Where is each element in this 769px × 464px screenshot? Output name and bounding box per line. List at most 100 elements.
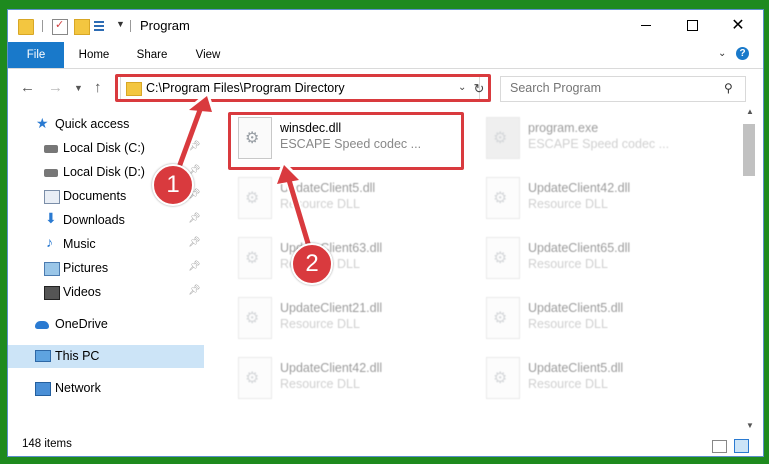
file-name: UpdateClient21.dll [280, 301, 383, 315]
callout-badge-1: 1 [152, 164, 194, 206]
file-item[interactable]: UpdateClient21.dll Resource DLL [234, 293, 464, 345]
maximize-button[interactable] [669, 10, 715, 40]
pin-icon[interactable]: 📌︎ [188, 213, 201, 224]
status-bar: 148 items [8, 436, 763, 456]
sidebar-item-label: This PC [55, 349, 100, 363]
new-folder-icon[interactable] [74, 19, 90, 35]
pin-icon[interactable]: 📌︎ [188, 141, 201, 152]
file-item[interactable]: UpdateClient63.dll Resource DLL [234, 233, 464, 285]
item-count: 148 items [22, 438, 72, 450]
file-item[interactable]: UpdateClient5.dll Resource DLL [234, 173, 464, 225]
scrollbar-thumb[interactable] [743, 124, 755, 176]
dll-file-icon [238, 177, 272, 219]
tab-share[interactable]: Share [126, 42, 178, 68]
tab-file[interactable]: File [8, 42, 64, 68]
dll-file-icon [238, 357, 272, 399]
pin-icon[interactable]: 📌︎ [188, 237, 201, 248]
sidebar-item-label: Pictures [63, 261, 109, 275]
cloud-icon [35, 321, 49, 329]
file-item[interactable]: UpdateClient42.dll Resource DLL [234, 353, 464, 405]
sidebar-item-onedrive[interactable]: OneDrive [8, 313, 204, 336]
up-arrow-icon[interactable]: ↑ [94, 79, 102, 96]
sidebar-item-quick-access[interactable]: ★ Quick access [8, 113, 204, 136]
tab-view[interactable]: View [186, 42, 230, 68]
sidebar-item-music[interactable]: ♪ Music 📌︎ [8, 233, 204, 256]
computer-icon [35, 350, 51, 362]
file-description: Resource DLL [528, 257, 608, 271]
scroll-up-button[interactable]: ▲ [741, 107, 759, 121]
file-highlight-box [228, 112, 464, 170]
maximize-icon [686, 19, 698, 31]
recent-locations-icon[interactable]: ▼ [74, 83, 83, 93]
music-icon: ♪ [46, 234, 53, 250]
videos-icon [44, 286, 60, 300]
minimize-button[interactable] [623, 10, 669, 40]
sidebar-item-pictures[interactable]: Pictures 📌︎ [8, 257, 204, 280]
toolbar-divider [42, 20, 43, 32]
sidebar-item-label: OneDrive [55, 317, 108, 331]
search-box[interactable]: ⚲ [500, 76, 746, 102]
close-button[interactable]: ✕ [715, 10, 761, 40]
search-icon[interactable]: ⚲ [724, 81, 733, 95]
expand-ribbon-icon[interactable]: ⌄ [718, 48, 726, 59]
toolbar-divider [130, 20, 131, 32]
pictures-icon [44, 262, 60, 276]
file-item[interactable]: UpdateClient5.dll Resource DLL [482, 293, 712, 345]
ribbon-tabs: File Home Share View ⌄ ? [8, 42, 763, 69]
sidebar-item-label: Local Disk (C:) [63, 141, 145, 155]
sidebar-item-downloads[interactable]: ⬇ Downloads 📌︎ [8, 209, 204, 232]
search-input[interactable] [501, 77, 720, 99]
sidebar-item-label: Documents [63, 189, 127, 203]
sidebar-item-this-pc[interactable]: This PC [8, 345, 204, 368]
customize-toolbar-icon[interactable] [94, 19, 112, 33]
network-icon [35, 382, 51, 396]
file-item[interactable]: UpdateClient5.dll Resource DLL [482, 353, 712, 405]
minimize-icon [641, 24, 651, 26]
sidebar-item-label: Videos [63, 285, 101, 299]
sidebar-item-label: Music [63, 237, 96, 251]
scroll-down-button[interactable]: ▼ [741, 421, 759, 435]
exe-file-icon [486, 117, 520, 159]
file-item[interactable]: UpdateClient65.dll Resource DLL [482, 233, 712, 285]
back-arrow-icon[interactable]: ← [20, 79, 35, 96]
sidebar-item-label: Local Disk (D:) [63, 165, 145, 179]
details-view-icon[interactable] [712, 440, 727, 453]
navigation-pane: ★ Quick access Local Disk (C:) 📌︎ Local … [8, 107, 204, 437]
file-name: UpdateClient42.dll [528, 181, 631, 195]
file-name: UpdateClient42.dll [280, 361, 383, 375]
file-name: UpdateClient5.dll [528, 361, 624, 375]
window-title: Program [140, 18, 190, 33]
pin-icon[interactable]: 📌︎ [188, 285, 201, 296]
drive-icon [44, 169, 58, 177]
sidebar-item-label: Downloads [63, 213, 125, 227]
tab-home[interactable]: Home [70, 42, 118, 68]
file-item-program-exe[interactable]: program.exe ESCAPE Speed codec ... [482, 113, 712, 165]
dll-file-icon [486, 297, 520, 339]
explorer-window: ▼ Program ✕ File Home Share View ⌄ ? ← →… [7, 9, 764, 457]
file-name: program.exe [528, 121, 599, 135]
sidebar-item-local-disk-c[interactable]: Local Disk (C:) 📌︎ [8, 137, 204, 160]
sidebar-item-videos[interactable]: Videos 📌︎ [8, 281, 204, 304]
file-name: UpdateClient5.dll [280, 181, 376, 195]
dll-file-icon [486, 357, 520, 399]
address-highlight-box [115, 74, 491, 102]
tiles-view-icon[interactable] [734, 439, 749, 453]
file-description: Resource DLL [280, 377, 360, 391]
file-description: Resource DLL [528, 197, 608, 211]
sidebar-item-label: Quick access [55, 117, 130, 131]
dll-file-icon [238, 237, 272, 279]
file-description: ESCAPE Speed codec ... [528, 137, 670, 151]
sidebar-item-label: Network [55, 381, 101, 395]
sidebar-item-network[interactable]: Network [8, 377, 204, 400]
chevron-down-icon[interactable]: ▼ [116, 19, 125, 29]
file-item[interactable]: UpdateClient42.dll Resource DLL [482, 173, 712, 225]
dll-file-icon [486, 237, 520, 279]
folder-icon [18, 19, 34, 35]
pin-icon[interactable]: 📌︎ [188, 261, 201, 272]
title-bar: ▼ Program ✕ [8, 10, 763, 42]
properties-icon[interactable] [52, 18, 68, 35]
help-icon[interactable]: ? [736, 47, 749, 60]
file-description: Resource DLL [528, 377, 608, 391]
forward-arrow-icon[interactable]: → [48, 79, 63, 96]
download-icon: ⬇ [45, 210, 57, 226]
